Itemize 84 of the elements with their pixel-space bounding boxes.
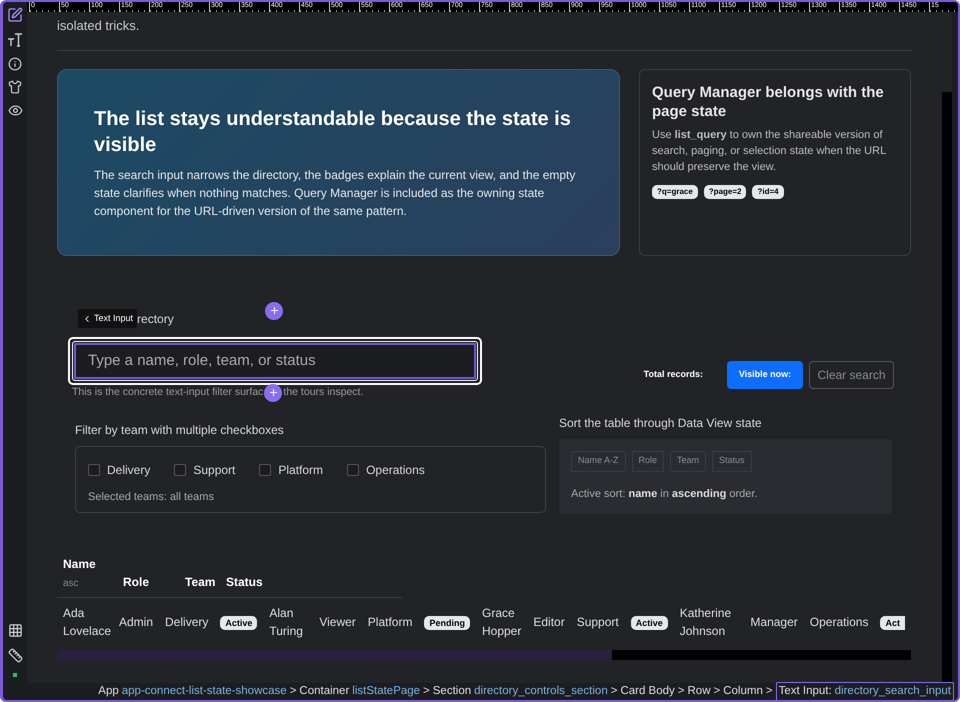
- breadcrumb-type: Section: [432, 684, 472, 699]
- breadcrumb-separator: >: [678, 684, 684, 699]
- team-option-label: Support: [193, 462, 236, 478]
- breadcrumb-id: listStatePage: [352, 684, 420, 699]
- breadcrumb-separator: >: [423, 684, 430, 699]
- breadcrumb-separator: >: [714, 684, 720, 699]
- breadcrumb-item[interactable]: Section directory_controls_section: [432, 682, 608, 700]
- table-cell-text: Ada Lovelace: [62, 604, 112, 640]
- add-above-button[interactable]: [265, 302, 283, 320]
- column-header[interactable]: Role: [123, 572, 173, 590]
- team-option-label: Delivery: [107, 462, 150, 478]
- table-cell-text: Viewer: [318, 614, 357, 630]
- breadcrumb-type: App: [98, 684, 119, 699]
- team-checkbox[interactable]: [347, 464, 360, 476]
- plus-icon: [268, 305, 280, 316]
- table-cell-text: Manager: [749, 614, 799, 630]
- table-cell-text: Delivery: [164, 614, 210, 630]
- breadcrumb-item[interactable]: Column: [723, 682, 763, 700]
- table-cell-text: Grace Hopper: [480, 604, 522, 640]
- search-field[interactable]: Type a name, role, team, or status: [68, 336, 482, 384]
- sort-summary: Active sort: name in ascending order.: [571, 486, 758, 502]
- breadcrumb-separator: >: [610, 684, 618, 699]
- team-filter-summary: Selected teams: all teams: [88, 490, 215, 504]
- helper-text: the tours inspect.: [283, 384, 364, 400]
- component-tooltip[interactable]: Text Input: [78, 308, 138, 328]
- column-header[interactable]: Name: [63, 554, 111, 572]
- team-option-label: Operations: [366, 462, 425, 478]
- breadcrumb-id: directory_controls_section: [474, 684, 608, 699]
- table-cell-text: Support: [576, 614, 620, 630]
- vertical-scrollbar[interactable]: [942, 12, 952, 683]
- search-input[interactable]: Type a name, role, team, or status: [74, 342, 476, 378]
- ruler-icon[interactable]: [8, 648, 22, 663]
- add-below-button[interactable]: [264, 384, 282, 402]
- clear-search-button[interactable]: Clear search: [809, 360, 894, 388]
- table-cell-text: Alan Turing: [268, 604, 304, 640]
- info-icon[interactable]: [8, 57, 22, 71]
- status-badge: Act: [880, 616, 905, 630]
- search-label: rectory: [137, 310, 174, 328]
- query-chip: ?page=2: [704, 184, 746, 198]
- status-badge: Active: [630, 616, 668, 630]
- table-cell-text: Katherine Johnson: [678, 604, 732, 640]
- team-checkbox[interactable]: [174, 464, 186, 476]
- team-option-label: Platform: [278, 462, 324, 478]
- status-badge: Active: [220, 616, 258, 630]
- table-cell-text: Platform: [366, 614, 414, 630]
- helper-text: This is the concrete text-input filter surfac: [72, 384, 264, 400]
- intro-text: isolated tricks.: [57, 17, 140, 35]
- plus-icon: [268, 387, 279, 398]
- breadcrumb-id: app-connect-list-state-showcase: [122, 684, 287, 699]
- team-checkbox[interactable]: [259, 464, 272, 476]
- edit-icon[interactable]: [7, 7, 23, 23]
- text-size-icon[interactable]: [7, 32, 23, 48]
- breadcrumb-item[interactable]: Container listStatePage: [299, 682, 420, 700]
- sort-label: Sort the table through Data View state: [559, 414, 763, 432]
- breadcrumb-item[interactable]: Row: [688, 682, 711, 700]
- hero-title: The list stays understandable because the state is visible: [94, 106, 572, 158]
- sort-direction: asc: [63, 576, 80, 590]
- table-cell-text: Operations: [808, 614, 870, 630]
- query-chip: ?id=4: [752, 184, 784, 198]
- breadcrumb-separator: >: [766, 684, 773, 699]
- breadcrumb-item[interactable]: Text Input: directory_search_input: [776, 682, 954, 700]
- horizontal-scrollbar[interactable]: [57, 650, 911, 660]
- status-badge: Pending: [424, 616, 470, 630]
- eye-icon[interactable]: [8, 103, 22, 118]
- query-chip: ?q=grace: [652, 184, 698, 198]
- column-header[interactable]: Status: [226, 572, 274, 590]
- breadcrumb-separator: >: [290, 684, 296, 699]
- shirt-icon[interactable]: [8, 80, 22, 94]
- visible-now-button[interactable]: Visible now:: [727, 360, 803, 388]
- breadcrumb-id: directory_search_input: [834, 684, 951, 699]
- team-filter-label: Filter by team with multiple checkboxes: [75, 422, 285, 438]
- table-cell-text: Editor: [532, 614, 566, 630]
- breadcrumb-type: Text Input:: [778, 684, 832, 699]
- side-card-body: Use list_query to own the shareable version of search, paging, or selection state when the URL should preserve the view.: [652, 128, 887, 174]
- column-header[interactable]: Team: [185, 572, 214, 590]
- breadcrumb-type: Container: [299, 684, 350, 699]
- table-cell-text: Admin: [118, 614, 154, 630]
- grid-icon[interactable]: [8, 623, 22, 638]
- team-checkbox[interactable]: [88, 464, 100, 476]
- total-records-label: Total records:: [644, 368, 703, 381]
- hero-body: The search input narrows the directory, the badges explain the current view, and the empty state clarifies when nothing matches. Query Manager is included as the owning state component for the URL-driven version of the same pattern.: [94, 166, 576, 220]
- breadcrumb-item[interactable]: App app-connect-list-state-showcase: [98, 682, 287, 700]
- breadcrumb-item[interactable]: Card Body: [620, 682, 675, 700]
- side-card-title: Query Manager belongs with the page state: [652, 82, 885, 120]
